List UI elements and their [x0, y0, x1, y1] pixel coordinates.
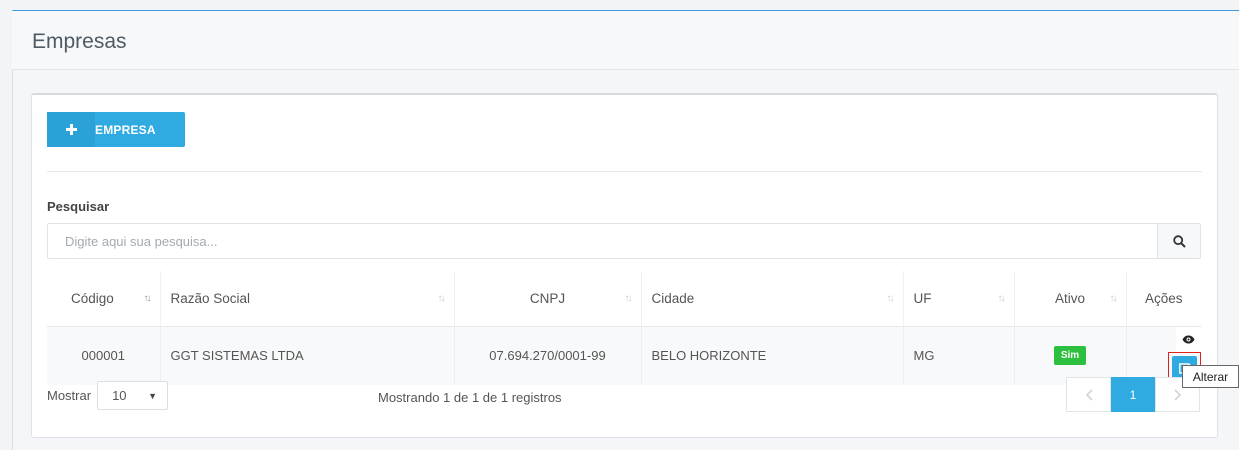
column-label: Ações: [1144, 290, 1183, 306]
caret-down-icon: ▼: [148, 390, 158, 401]
eye-icon: [1182, 335, 1195, 343]
pagination: 1: [1066, 377, 1200, 412]
table-row: 000001 GGT SISTEMAS LTDA 07.694.270/0001…: [47, 326, 1201, 385]
chevron-right-icon: [1173, 388, 1181, 401]
cell-ativo: Sim: [1014, 326, 1127, 385]
page-size-select[interactable]: 10 ▼: [97, 381, 169, 410]
column-label: Ativo: [1054, 290, 1085, 306]
empresas-table: Código ↑↓ Razão Social ↑↓ CNPJ ↑↓ Cidade…: [47, 271, 1201, 385]
sort-icon: ↑↓: [437, 293, 446, 304]
cell-codigo: 000001: [47, 326, 161, 385]
content-panel: EMPRESA Pesquisar Código ↑↓ Razão Socia: [31, 93, 1218, 438]
page-size-control: Mostrar 10 ▼: [47, 381, 169, 410]
search-label: Pesquisar: [47, 199, 110, 214]
plus-icon: [47, 112, 95, 147]
page-size-label: Mostrar: [47, 388, 92, 403]
page-header: Empresas: [12, 11, 1239, 70]
view-button[interactable]: [1176, 326, 1201, 352]
column-header-uf[interactable]: UF ↑↓: [903, 271, 1015, 327]
column-header-ativo[interactable]: Ativo ↑↓: [1014, 271, 1127, 327]
chevron-left-icon: [1085, 388, 1093, 401]
search-input[interactable]: [48, 224, 1157, 258]
page-button-1[interactable]: 1: [1111, 377, 1155, 412]
status-badge: Sim: [1053, 346, 1087, 365]
sort-icon: ↑↓: [624, 293, 633, 304]
column-header-cnpj[interactable]: CNPJ ↑↓: [454, 271, 642, 327]
cell-cnpj: 07.694.270/0001-99: [454, 326, 642, 385]
sort-icon: ↑↓: [1109, 293, 1118, 304]
cell-uf: MG: [903, 326, 1015, 385]
prev-page-button[interactable]: [1066, 377, 1111, 412]
add-empresa-button[interactable]: EMPRESA: [47, 112, 185, 147]
add-empresa-label: EMPRESA: [95, 122, 156, 137]
column-header-cidade[interactable]: Cidade ↑↓: [641, 271, 904, 327]
search-icon: [1172, 234, 1186, 248]
column-header-acoes: Ações: [1126, 271, 1201, 327]
page-title: Empresas: [32, 30, 127, 53]
sort-desc-icon: ↑↓: [143, 293, 152, 304]
column-label: CNPJ: [529, 290, 566, 306]
cell-cidade: BELO HORIZONTE: [641, 326, 904, 385]
divider: [47, 171, 1202, 172]
column-label: Cidade: [651, 290, 695, 306]
cell-razao-social: GGT SISTEMAS LTDA: [160, 326, 455, 385]
sort-icon: ↑↓: [997, 293, 1006, 304]
edit-tooltip: Alterar: [1182, 365, 1239, 388]
column-label: Código: [71, 290, 114, 306]
column-label: Razão Social: [170, 290, 251, 306]
sort-icon: ↑↓: [886, 293, 895, 304]
search-box: [47, 223, 1201, 259]
search-button[interactable]: [1157, 224, 1200, 258]
column-label: UF: [913, 290, 932, 306]
column-header-razao-social[interactable]: Razão Social ↑↓: [160, 271, 455, 327]
page-size-value: 10: [112, 388, 127, 403]
column-header-codigo[interactable]: Código ↑↓: [47, 271, 161, 327]
records-info: Mostrando 1 de 1 de 1 registros: [378, 390, 562, 405]
